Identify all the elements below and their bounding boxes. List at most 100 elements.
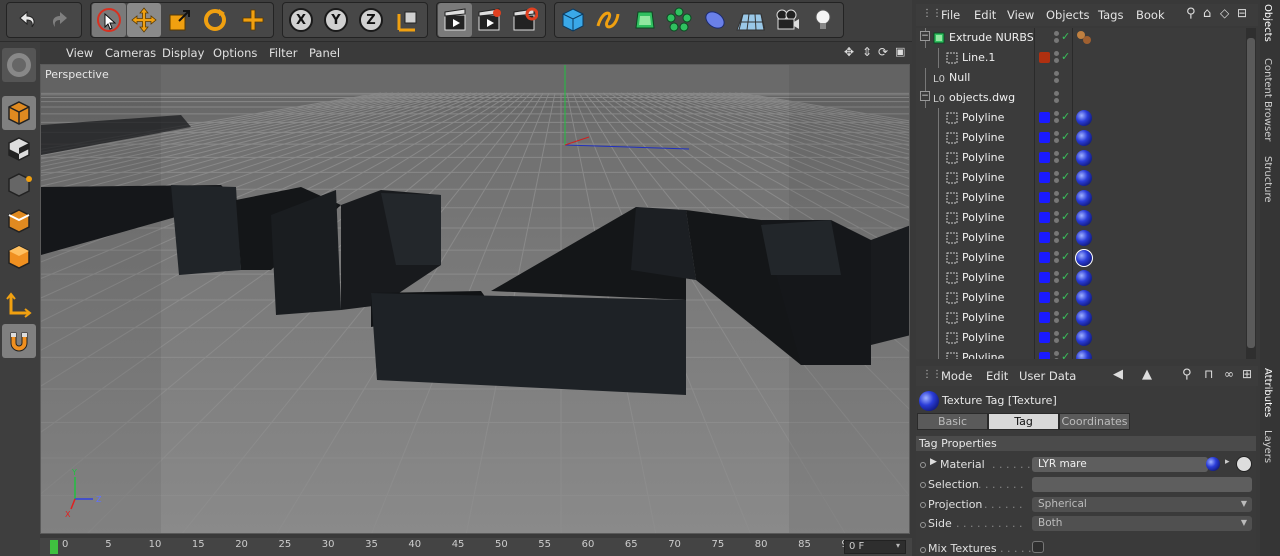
layer-color-swatch[interactable] [1039, 272, 1050, 283]
enabled-check-icon[interactable]: ✓ [1061, 190, 1070, 203]
selection-animate-radio[interactable] [920, 482, 926, 488]
texture-mode-icon[interactable] [2, 132, 36, 166]
enabled-check-icon[interactable]: ✓ [1061, 230, 1070, 243]
side-tab-layers[interactable]: Layers [1262, 430, 1273, 463]
layer-color-swatch[interactable] [1039, 192, 1050, 203]
light-icon[interactable] [806, 3, 840, 37]
enabled-check-icon[interactable]: ✓ [1061, 130, 1070, 143]
viewport-menu-view[interactable]: View [66, 46, 93, 60]
object-row[interactable]: Polyline ✓ [916, 248, 1246, 268]
visibility-dots-icon[interactable] [1054, 291, 1059, 305]
undo-icon[interactable] [9, 3, 43, 37]
texture-tag-icon[interactable] [1076, 230, 1092, 246]
polygons-mode-icon[interactable] [2, 240, 36, 274]
material-animate-radio[interactable] [920, 462, 926, 468]
object-row[interactable]: Polyline ✓ [916, 188, 1246, 208]
settings-icon[interactable]: ◇ [1220, 6, 1229, 20]
layer-color-swatch[interactable] [1039, 52, 1050, 63]
snap-icon[interactable] [2, 324, 36, 358]
visibility-dots-icon[interactable] [1054, 31, 1059, 45]
lock-icon[interactable]: ⊓ [1204, 367, 1213, 381]
texture-tag-icon[interactable] [1076, 270, 1092, 286]
visibility-dots-icon[interactable] [1054, 131, 1059, 145]
create-move-icon[interactable] [236, 3, 270, 37]
texture-tag-icon[interactable] [1076, 170, 1092, 186]
om-menu-view[interactable]: View [1007, 8, 1034, 22]
object-name[interactable]: Polyline [962, 311, 1004, 324]
layer-color-swatch[interactable] [1039, 352, 1050, 359]
object-row[interactable]: Polyline ✓ [916, 208, 1246, 228]
object-row[interactable]: Polyline ✓ [916, 288, 1246, 308]
om-menu-tags[interactable]: Tags [1098, 8, 1123, 22]
search-icon[interactable]: ⚲ [1186, 6, 1196, 21]
enabled-check-icon[interactable]: ✓ [1061, 290, 1070, 303]
object-name[interactable]: Extrude NURBS [949, 31, 1034, 44]
camera-icon[interactable] [770, 3, 804, 37]
search-icon[interactable]: ⚲ [1182, 367, 1192, 382]
object-name[interactable]: Polyline [962, 211, 1004, 224]
texture-tag-icon[interactable] [1076, 330, 1092, 346]
tab-basic[interactable]: Basic [917, 413, 988, 430]
visibility-dots-icon[interactable] [1054, 171, 1059, 185]
enabled-check-icon[interactable]: ✓ [1061, 170, 1070, 183]
pick-object-icon[interactable] [1236, 456, 1252, 472]
enabled-check-icon[interactable]: ✓ [1061, 250, 1070, 263]
mix-textures-checkbox[interactable] [1032, 541, 1044, 553]
attr-menu-edit[interactable]: Edit [986, 369, 1008, 383]
layer-color-swatch[interactable] [1039, 252, 1050, 263]
material-menu-arrow-icon[interactable]: ▸ [1225, 457, 1230, 467]
enabled-check-icon[interactable]: ✓ [1061, 330, 1070, 343]
object-list-scrollbar[interactable] [1246, 28, 1256, 359]
object-row[interactable]: Polyline ✓ [916, 128, 1246, 148]
visibility-dots-icon[interactable] [1054, 331, 1059, 345]
timeline[interactable]: 051015202530354045505560657075808590 0 F… [40, 538, 912, 556]
up-arrow-icon[interactable]: ▲ [1142, 367, 1152, 382]
tab-coordinates[interactable]: Coordinates [1059, 413, 1130, 430]
move-icon[interactable] [127, 3, 161, 37]
coordinate-system-icon[interactable] [390, 3, 424, 37]
enabled-check-icon[interactable]: ✓ [1061, 210, 1070, 223]
array-icon[interactable] [662, 3, 696, 37]
object-name[interactable]: Polyline [962, 231, 1004, 244]
viewport-rotate-icon[interactable]: ⟳ [878, 45, 888, 59]
visibility-dots-icon[interactable] [1054, 251, 1059, 265]
projection-dropdown[interactable]: Spherical ▼ [1032, 497, 1252, 512]
enabled-check-icon[interactable]: ✓ [1061, 310, 1070, 323]
object-name[interactable]: Polyline [962, 111, 1004, 124]
object-row[interactable]: Polyline ✓ [916, 308, 1246, 328]
render-view-icon[interactable] [438, 3, 472, 37]
render-to-picture-viewer-icon[interactable] [472, 3, 506, 37]
object-row[interactable]: Polyline ✓ [916, 348, 1246, 359]
y-axis-lock[interactable]: Y [319, 3, 353, 37]
enabled-check-icon[interactable]: ✓ [1061, 150, 1070, 163]
expand-arrow-icon[interactable]: ▶ [930, 457, 937, 467]
object-row[interactable]: L0 Null [916, 68, 1246, 88]
viewport-menu-cameras[interactable]: Cameras [105, 46, 156, 60]
x-axis-lock[interactable]: X [284, 3, 318, 37]
object-name[interactable]: Null [949, 71, 970, 84]
live-select-icon[interactable] [92, 3, 126, 37]
om-menu-file[interactable]: File [941, 8, 960, 22]
texture-tag-icon[interactable] [1076, 150, 1092, 166]
edges-mode-icon[interactable] [2, 204, 36, 238]
attr-menu-user-data[interactable]: User Data [1019, 369, 1076, 383]
render-settings-icon[interactable] [507, 3, 541, 37]
side-tab-structure[interactable]: Structure [1262, 156, 1273, 203]
object-name[interactable]: Polyline [962, 291, 1004, 304]
texture-tag-icon[interactable] [1076, 110, 1092, 126]
side-dropdown[interactable]: Both ▼ [1032, 516, 1252, 531]
visibility-dots-icon[interactable] [1054, 231, 1059, 245]
rotate-icon[interactable] [198, 3, 232, 37]
layer-color-swatch[interactable] [1039, 332, 1050, 343]
axis-mode-icon[interactable] [2, 288, 36, 322]
object-row[interactable]: − L0 objects.dwg [916, 88, 1246, 108]
object-row[interactable]: Polyline ✓ [916, 148, 1246, 168]
om-menu-edit[interactable]: Edit [974, 8, 996, 22]
visibility-dots-icon[interactable] [1054, 191, 1059, 205]
projection-animate-radio[interactable] [920, 502, 926, 508]
om-menu-book[interactable]: Book [1136, 8, 1165, 22]
material-link-field[interactable]: LYR mare [1032, 457, 1208, 472]
object-row[interactable]: Polyline ✓ [916, 328, 1246, 348]
texture-tag-icon[interactable] [1076, 130, 1092, 146]
new-panel-icon[interactable]: ⊞ [1242, 367, 1252, 381]
